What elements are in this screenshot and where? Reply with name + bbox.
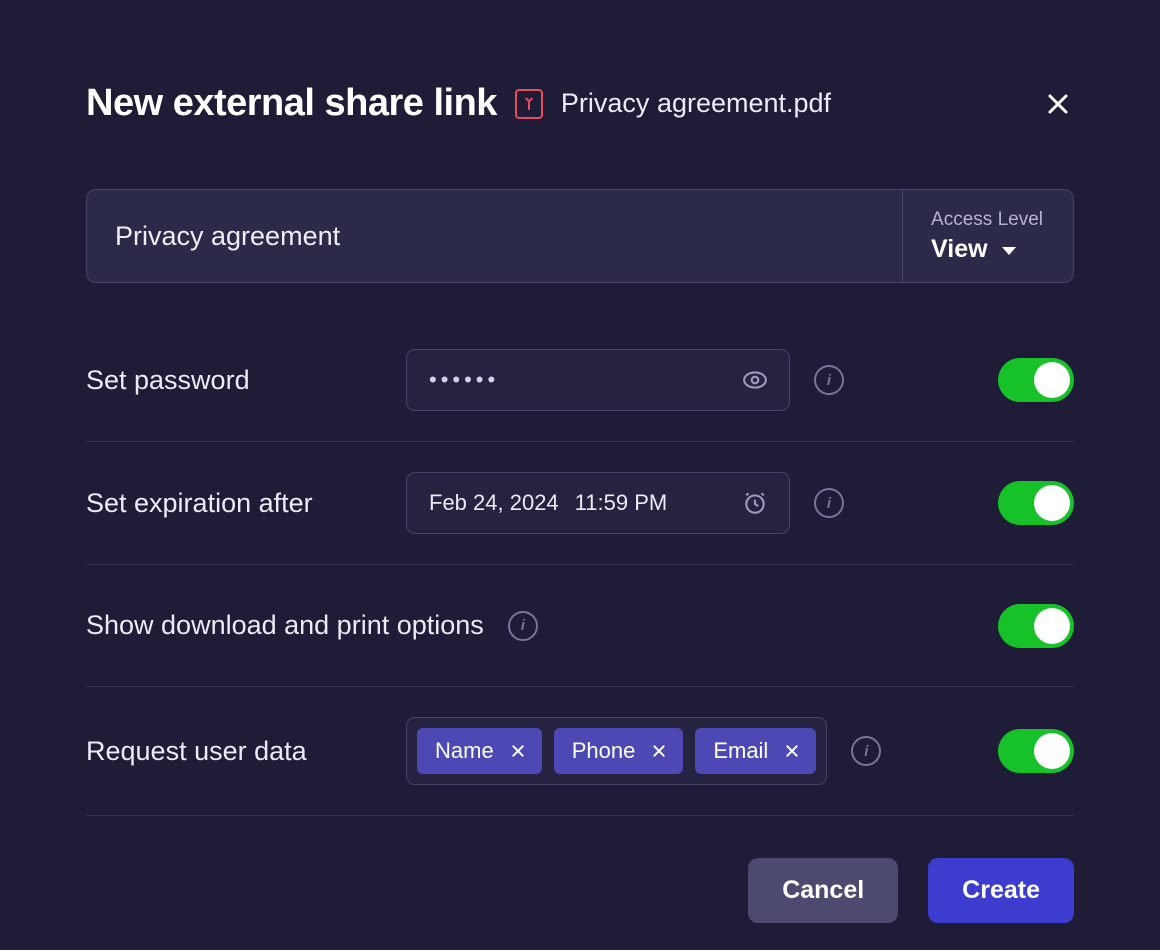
access-level-dropdown[interactable]: Access Level View — [902, 190, 1073, 282]
user-data-row: Request user data Name Phone Email — [86, 687, 1074, 816]
pdf-icon — [515, 89, 543, 119]
download-row: Show download and print options — [86, 565, 1074, 687]
info-icon[interactable] — [814, 488, 844, 518]
link-name-input[interactable]: Privacy agreement — [87, 190, 902, 282]
chip-remove-icon[interactable] — [649, 741, 669, 761]
download-toggle[interactable] — [998, 604, 1074, 648]
expiration-time: 11:59 PM — [575, 490, 668, 516]
password-label: Set password — [86, 365, 382, 396]
eye-icon[interactable] — [739, 364, 771, 396]
expiration-date: Feb 24, 2024 — [429, 490, 559, 516]
clock-icon[interactable] — [739, 487, 771, 519]
expiration-label: Set expiration after — [86, 488, 382, 519]
chip-phone: Phone — [554, 728, 684, 774]
expiration-input-box[interactable]: Feb 24, 2024 11:59 PM — [406, 472, 790, 534]
link-name-box: Privacy agreement Access Level View — [86, 189, 1074, 283]
password-row: Set password •••••• — [86, 319, 1074, 442]
chip-email: Email — [695, 728, 816, 774]
user-data-toggle[interactable] — [998, 729, 1074, 773]
access-level-value: View — [931, 235, 988, 264]
password-input-box: •••••• — [406, 349, 790, 411]
info-icon[interactable] — [508, 611, 538, 641]
chip-remove-icon[interactable] — [508, 741, 528, 761]
dialog-footer: Cancel Create — [86, 858, 1074, 923]
dialog-header: New external share link Privacy agreemen… — [86, 82, 1074, 125]
password-input[interactable]: •••••• — [429, 367, 723, 393]
access-level-label: Access Level — [931, 209, 1043, 231]
create-button[interactable]: Create — [928, 858, 1074, 923]
download-label: Show download and print options — [86, 610, 484, 641]
info-icon[interactable] — [851, 736, 881, 766]
chip-label: Phone — [572, 738, 636, 764]
chip-label: Name — [435, 738, 494, 764]
close-button[interactable] — [1042, 88, 1074, 120]
caret-down-icon — [1002, 247, 1016, 255]
chip-name: Name — [417, 728, 542, 774]
user-data-label: Request user data — [86, 736, 382, 767]
user-data-chips[interactable]: Name Phone Email — [406, 717, 827, 785]
chip-remove-icon[interactable] — [782, 741, 802, 761]
chip-label: Email — [713, 738, 768, 764]
info-icon[interactable] — [814, 365, 844, 395]
filename-label: Privacy agreement.pdf — [561, 88, 831, 119]
password-toggle[interactable] — [998, 358, 1074, 402]
expiration-toggle[interactable] — [998, 481, 1074, 525]
cancel-button[interactable]: Cancel — [748, 858, 898, 923]
dialog-title: New external share link — [86, 82, 497, 125]
expiration-row: Set expiration after Feb 24, 2024 11:59 … — [86, 442, 1074, 565]
